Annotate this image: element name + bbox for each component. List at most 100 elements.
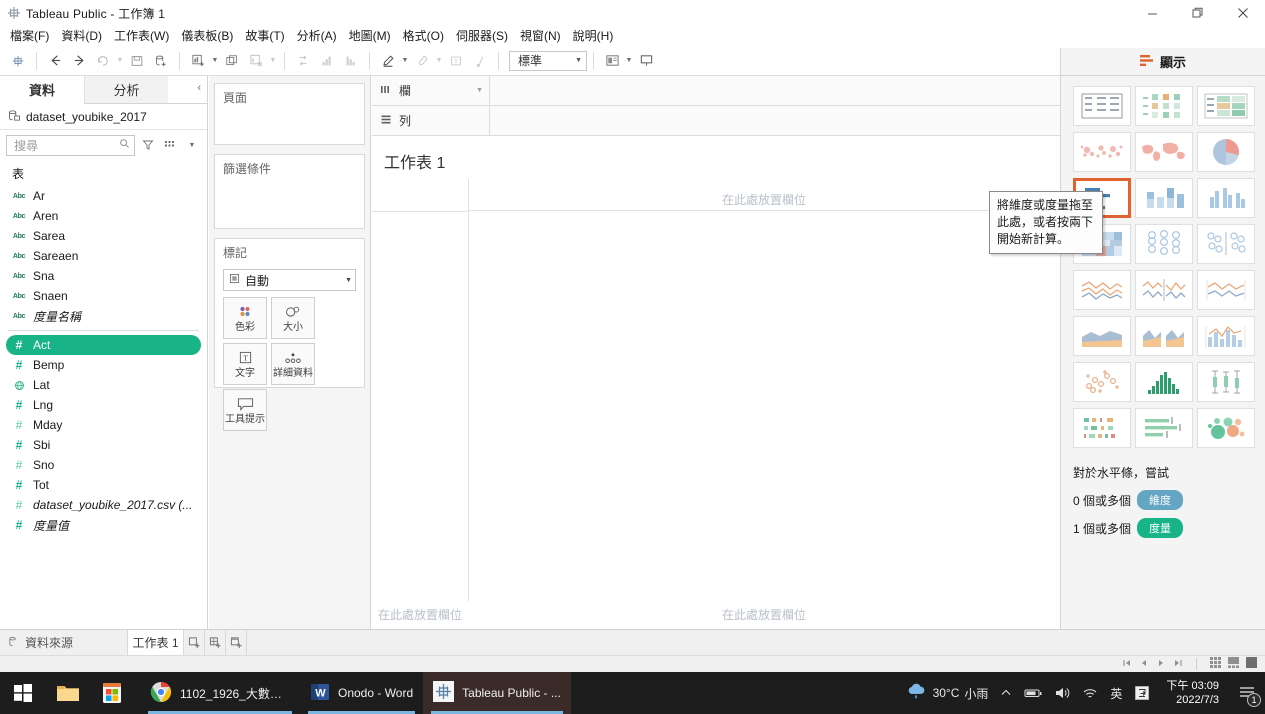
taskbar-app-word[interactable]: W Onodo - Word — [300, 672, 423, 714]
menu-item-analysis[interactable]: 分析(A) — [291, 27, 343, 45]
ime-language-indicator[interactable]: 英 — [1104, 685, 1128, 702]
weather-widget[interactable]: 30°C 小雨 — [900, 682, 995, 705]
save-icon[interactable] — [125, 49, 149, 73]
chart-symbol-map[interactable] — [1073, 132, 1131, 172]
pages-card[interactable]: 頁面 — [214, 83, 365, 145]
search-input[interactable]: 搜尋 — [6, 134, 135, 156]
close-icon[interactable] — [1220, 0, 1265, 26]
chart-dual-line[interactable] — [1197, 270, 1255, 310]
drop-field-row-left[interactable]: 在此處放置欄位 — [372, 605, 468, 623]
clear-dropdown-icon[interactable]: ▼ — [268, 49, 278, 73]
chart-area-continuous[interactable] — [1073, 316, 1131, 356]
marks-color-button[interactable]: 色彩 — [223, 297, 267, 339]
chart-gantt[interactable] — [1073, 408, 1131, 448]
marks-tooltip-button[interactable]: 工具提示 — [223, 389, 267, 431]
field-lng[interactable]: # Lng — [0, 395, 207, 415]
field-ar[interactable]: Abc Ar — [0, 186, 207, 206]
tab-analytics[interactable]: 分析 — [84, 76, 168, 104]
field-bemp[interactable]: # Bemp — [0, 355, 207, 375]
battery-icon[interactable] — [1018, 687, 1048, 699]
next-page-icon[interactable] — [1156, 657, 1166, 671]
show-me-header[interactable]: 顯示 — [1060, 48, 1265, 76]
chart-bullet[interactable] — [1135, 408, 1193, 448]
menu-item-format[interactable]: 格式(O) — [397, 27, 450, 45]
marks-detail-button[interactable]: 詳細資料 — [271, 343, 315, 385]
chevron-up-icon[interactable] — [994, 687, 1018, 699]
chart-histogram[interactable] — [1135, 362, 1193, 402]
menu-item-file[interactable]: 檔案(F) — [4, 27, 55, 45]
marks-text-button[interactable]: T 文字 — [223, 343, 267, 385]
chart-area-discrete[interactable] — [1135, 316, 1193, 356]
chart-stacked-bar[interactable] — [1135, 178, 1193, 218]
menu-item-window[interactable]: 視窗(N) — [514, 27, 567, 45]
swap-rows-columns-icon[interactable] — [291, 49, 315, 73]
field-sarea[interactable]: Abc Sarea — [0, 226, 207, 246]
menu-item-story[interactable]: 故事(T) — [239, 27, 290, 45]
labels-icon[interactable]: T — [444, 49, 468, 73]
new-worksheet-icon[interactable] — [186, 49, 210, 73]
rows-shelf[interactable]: 列 — [372, 106, 1060, 136]
chart-line-continuous[interactable] — [1135, 270, 1193, 310]
rows-shelf-drop-zone[interactable] — [490, 106, 1060, 135]
clear-sheet-icon[interactable] — [244, 49, 268, 73]
chart-dual-combination[interactable] — [1197, 316, 1255, 356]
field-sno[interactable]: # Sno — [0, 455, 207, 475]
windows-start-icon[interactable] — [0, 672, 46, 714]
field-aren[interactable]: Abc Aren — [0, 206, 207, 226]
sheet-canvas[interactable]: 工作表 1 在此處放置欄位 在此處放置欄位 在此處放置欄位 — [372, 137, 1060, 629]
last-page-icon[interactable] — [1173, 657, 1183, 671]
field-mday[interactable]: # Mday — [0, 415, 207, 435]
menu-item-worksheet[interactable]: 工作表(W) — [108, 27, 175, 45]
worksheet-title[interactable]: 工作表 1 — [372, 137, 1060, 173]
chart-side-by-side-circle[interactable] — [1197, 224, 1255, 264]
new-worksheet-dropdown-icon[interactable]: ▼ — [210, 49, 220, 73]
filter-icon[interactable] — [139, 135, 157, 156]
refresh-dropdown-icon[interactable]: ▼ — [115, 49, 125, 73]
chart-text-table[interactable] — [1073, 86, 1131, 126]
menu-item-dashboard[interactable]: 儀表板(B) — [175, 27, 239, 45]
fix-axes-icon[interactable] — [468, 49, 492, 73]
taskbar-app-chrome[interactable]: 1102_1926_大數據... — [140, 672, 300, 714]
new-story-tab-icon[interactable] — [226, 630, 247, 655]
mark-type-select[interactable]: 自動 ▼ — [223, 269, 356, 291]
file-explorer-icon[interactable] — [46, 672, 90, 714]
refresh-icon[interactable] — [91, 49, 115, 73]
fit-select[interactable]: 標準 ▼ — [509, 50, 587, 71]
sort-descending-icon[interactable] — [339, 49, 363, 73]
field-lat[interactable]: Lat — [0, 375, 207, 395]
duplicate-sheet-icon[interactable] — [220, 49, 244, 73]
chart-line-discrete[interactable] — [1073, 270, 1131, 310]
field-sbi[interactable]: # Sbi — [0, 435, 207, 455]
grouping-icon[interactable] — [410, 49, 434, 73]
show-me-dropdown-icon[interactable]: ▼ — [624, 49, 634, 73]
forward-icon[interactable] — [67, 49, 91, 73]
chart-packed-bubbles[interactable] — [1197, 408, 1255, 448]
group-by-icon[interactable] — [161, 135, 179, 156]
microsoft-store-icon[interactable] — [90, 672, 134, 714]
menu-item-server[interactable]: 伺服器(S) — [450, 27, 514, 45]
field-measure-values[interactable]: # 度量值 — [0, 515, 207, 535]
single-view-icon[interactable] — [1246, 657, 1257, 671]
add-data-source-icon[interactable] — [149, 49, 173, 73]
ime-mode-icon[interactable] — [1128, 685, 1156, 701]
chart-highlight-table[interactable] — [1197, 86, 1255, 126]
field-snaen[interactable]: Abc Snaen — [0, 286, 207, 306]
field-sareaen[interactable]: Abc Sareaen — [0, 246, 207, 266]
chevron-left-icon[interactable]: ‹ — [197, 82, 201, 94]
menu-item-help[interactable]: 說明(H) — [567, 27, 620, 45]
chart-scatter-plot[interactable] — [1073, 362, 1131, 402]
filters-card[interactable]: 篩選條件 — [214, 154, 365, 229]
chevron-down-icon[interactable]: ▼ — [183, 135, 201, 156]
wifi-icon[interactable] — [1076, 687, 1104, 700]
minimize-icon[interactable] — [1130, 0, 1175, 26]
clock[interactable]: 下午 03:09 2022/7/3 — [1156, 679, 1229, 707]
drop-field-bottom[interactable]: 在此處放置欄位 — [468, 605, 1060, 623]
columns-shelf[interactable]: 欄 ▼ — [372, 76, 1060, 106]
notification-icon[interactable]: 1 — [1229, 672, 1265, 714]
presentation-mode-icon[interactable] — [634, 49, 658, 73]
grid-view-icon[interactable] — [1210, 657, 1221, 671]
tab-data[interactable]: 資料 — [0, 76, 84, 104]
taskbar-app-tableau[interactable]: Tableau Public - ... — [423, 672, 571, 714]
field-sna[interactable]: Abc Sna — [0, 266, 207, 286]
field-tot[interactable]: # Tot — [0, 475, 207, 495]
